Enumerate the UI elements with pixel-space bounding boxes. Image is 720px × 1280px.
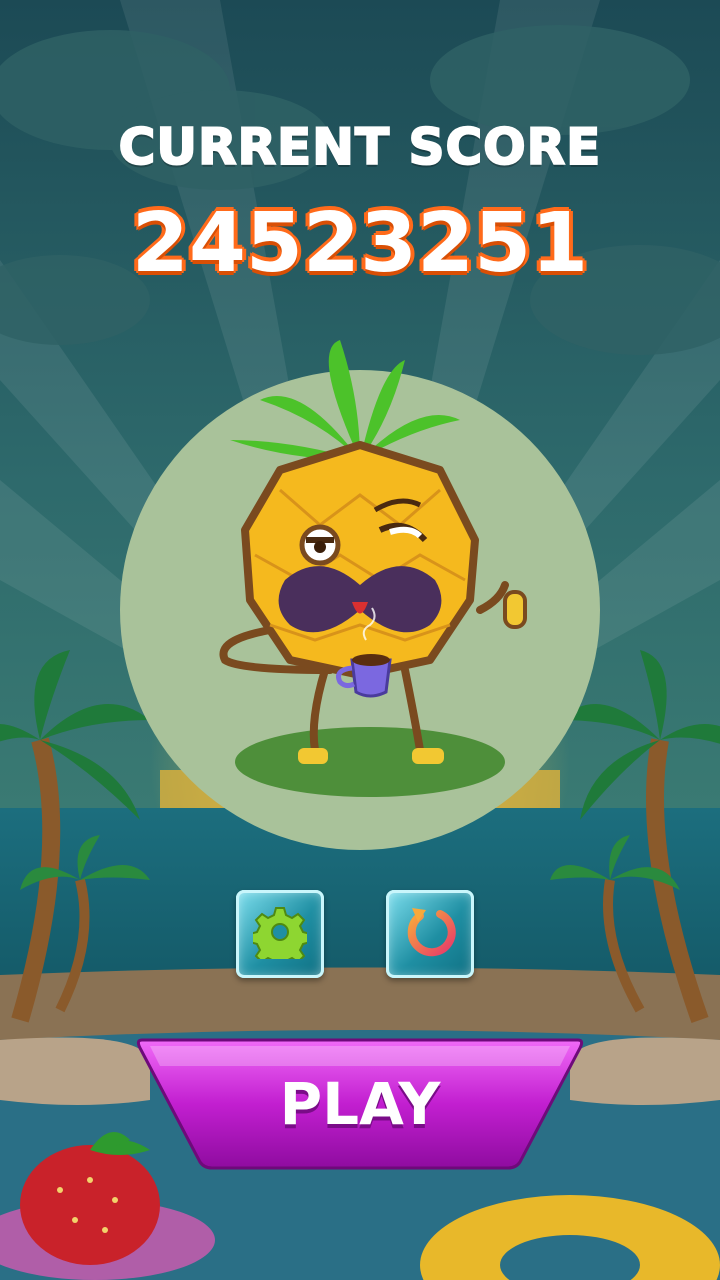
pineapple-mascot	[120, 340, 600, 850]
gear-icon	[249, 905, 311, 969]
score-title: CURRENT SCORE	[118, 117, 602, 177]
settings-button[interactable]	[236, 890, 324, 978]
restart-arrow-icon	[402, 904, 458, 964]
play-button[interactable]: PLAY	[136, 1036, 584, 1170]
restart-button[interactable]	[386, 890, 474, 978]
score-value: 24523251	[130, 194, 590, 293]
play-button-label: PLAY	[279, 1070, 441, 1138]
